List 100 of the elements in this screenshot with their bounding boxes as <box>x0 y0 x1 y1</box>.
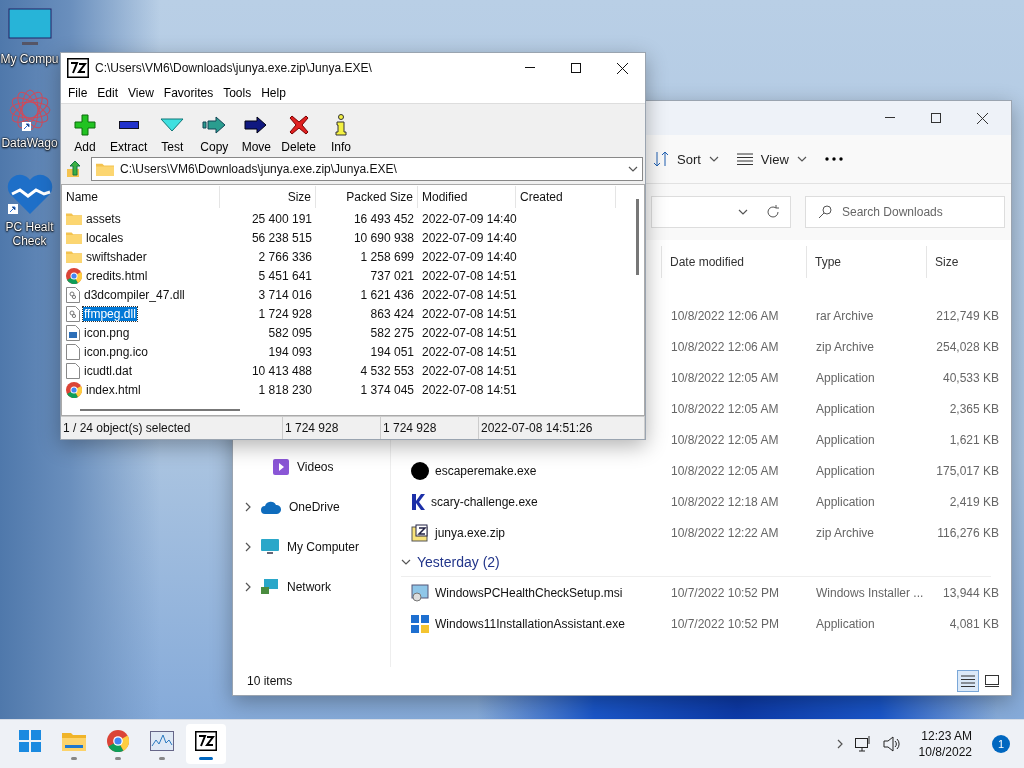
tiles-icon <box>985 675 999 687</box>
list-icon <box>736 153 753 165</box>
column-header[interactable]: Name <box>62 186 220 208</box>
toolbar-button[interactable]: Add <box>64 113 106 154</box>
menu-item[interactable]: File <box>63 84 93 102</box>
image-file-icon <box>66 324 80 341</box>
x-icon <box>288 115 309 135</box>
address-bar[interactable]: C:\Users\VM6\Downloads\junya.exe.zip\Junya.EXE\ <box>91 157 643 181</box>
file-row[interactable]: swiftshader 2 766 336 1 258 699 2022-07-09 14:40 <box>62 247 630 266</box>
chevron-down-icon <box>708 154 719 164</box>
type-cell-text: zip Archive <box>815 339 876 354</box>
group-header[interactable]: Yesterday (2) <box>401 548 991 577</box>
file-icon <box>66 362 80 379</box>
chrome-icon <box>66 267 82 284</box>
type-cell-text: Application <box>815 494 876 509</box>
size-cell-text: 4,081 KB <box>948 616 1000 631</box>
column-header[interactable]: Packed Size <box>316 186 418 208</box>
taskbar-button[interactable] <box>186 724 226 764</box>
file-row[interactable]: icon.png.ico 194 093 194 051 2022-07-08 14:51 <box>62 342 630 361</box>
sidebar-item[interactable]: Network <box>233 567 390 607</box>
type-cell-text: Application <box>815 432 876 447</box>
column-header[interactable]: Created <box>516 186 616 208</box>
cloud-icon <box>261 500 281 514</box>
sidebar-item[interactable]: OneDrive <box>233 487 390 527</box>
file-name[interactable]: junya.exe.zip <box>435 525 506 540</box>
sidebar-item[interactable]: My Computer <box>233 527 390 567</box>
status-text: 1 / 24 object(s) selected <box>61 417 283 439</box>
column-header[interactable]: Size <box>926 246 1001 278</box>
close-icon <box>616 62 628 74</box>
circle-icon <box>411 461 429 480</box>
heart-icon <box>5 172 54 216</box>
status-text: 10 items <box>247 674 293 688</box>
toolbar-button[interactable]: Extract <box>106 113 152 154</box>
toolbar-button[interactable]: Test <box>151 113 194 154</box>
column-header[interactable]: Date modified <box>661 246 806 278</box>
notification-badge[interactable]: 1 <box>992 735 1010 753</box>
menu-item[interactable]: Favorites <box>158 84 219 102</box>
chevron-right-icon <box>243 582 253 592</box>
status-text: 2022-07-08 14:51:26 <box>479 417 645 439</box>
speaker-icon <box>882 736 901 752</box>
details-view-button[interactable] <box>957 670 979 692</box>
video-folder-icon <box>273 459 289 475</box>
status-text: 1 724 928 <box>283 417 381 439</box>
toolbar-button[interactable]: Sort <box>647 147 725 171</box>
size-cell-text: 1,621 KB <box>948 432 1000 447</box>
menu-item[interactable]: View <box>123 84 159 102</box>
file-name[interactable]: Windows11InstallationAssistant.exe <box>435 616 625 631</box>
toolbar-button[interactable]: Delete <box>277 113 321 154</box>
sidebar-item[interactable]: Videos <box>233 447 390 487</box>
toolbar-button[interactable]: Info <box>320 113 363 154</box>
ellipsis-icon <box>824 157 843 161</box>
file-row[interactable]: index.html 1 818 230 1 374 045 2022-07-08 14:51 <box>62 380 630 399</box>
search-field[interactable]: Search Downloads <box>805 196 1005 228</box>
size-cell-text: 254,028 KB <box>935 339 1000 354</box>
up-arrow-icon <box>67 161 83 177</box>
file-row[interactable]: ffmpeg.dll 1 724 928 863 424 2022-07-08 14:51 <box>62 304 630 323</box>
minus-icon <box>118 121 139 129</box>
windows-logo-icon <box>19 729 41 752</box>
column-header[interactable]: Modified <box>418 186 516 208</box>
folder-icon <box>96 161 114 177</box>
chevron-down-icon <box>401 557 411 567</box>
installer-icon <box>411 583 429 602</box>
menu-item[interactable]: Edit <box>92 84 124 102</box>
menu-item[interactable]: Help <box>256 84 291 102</box>
size-cell-text: 13,944 KB <box>941 585 1000 600</box>
file-row[interactable]: locales 56 238 515 10 690 938 2022-07-09 14:40 <box>62 228 630 247</box>
file-name[interactable]: WindowsPCHealthCheckSetup.msi <box>435 585 623 600</box>
file-row[interactable]: icon.png 582 095 582 275 2022-07-08 14:51 <box>62 323 630 342</box>
checkmark-icon <box>160 118 185 132</box>
letter-k-icon <box>411 492 425 511</box>
type-cell-text: Application <box>815 370 876 385</box>
column-header[interactable]: Size <box>220 186 316 208</box>
close-icon <box>976 112 988 124</box>
type-cell-text: Application <box>815 616 876 631</box>
desktop-icon[interactable]: PC Healt Check <box>0 172 59 248</box>
window-title: C:\Users\VM6\Downloads\junya.exe.zip\Junya.EXE\ <box>95 61 373 75</box>
toolbar-button[interactable]: View <box>730 147 813 171</box>
desktop-icon[interactable]: My Compu <box>0 8 59 66</box>
toolbar-button[interactable]: Copy <box>193 113 236 154</box>
list-icon <box>961 675 975 687</box>
date-cell-text: 10/8/2022 12:05 AM <box>670 463 780 478</box>
zip-archive-icon <box>411 523 429 542</box>
date-cell-text: 10/7/2022 10:52 PM <box>670 616 781 631</box>
network-icon <box>261 579 279 595</box>
file-name[interactable]: escaperemake.exe <box>435 463 537 478</box>
desktop-icon[interactable]: DataWago <box>0 88 59 150</box>
file-row[interactable]: d3dcompiler_47.dll 3 714 016 1 621 436 2022-07-08 14:51 <box>62 285 630 304</box>
size-cell-text: 2,365 KB <box>948 401 1000 416</box>
sevenzip-logo-icon <box>67 58 89 78</box>
date-cell-text: 10/8/2022 12:06 AM <box>670 339 780 354</box>
file-row[interactable]: assets 25 400 191 16 493 452 2022-07-09 14:40 <box>62 209 630 228</box>
menu-item[interactable]: Tools <box>218 84 257 102</box>
clock[interactable]: 12:23 AM 10/8/2022 <box>918 728 972 760</box>
column-header[interactable]: Type <box>806 246 926 278</box>
file-name[interactable]: scary-challenge.exe <box>431 494 538 509</box>
file-row[interactable]: credits.html 5 451 641 737 021 2022-07-08 14:51 <box>62 266 630 285</box>
folder-icon <box>66 231 82 244</box>
scrollbar[interactable] <box>80 409 240 411</box>
file-row[interactable]: icudtl.dat 10 413 488 4 532 553 2022-07-08 14:51 <box>62 361 630 380</box>
toolbar-button[interactable]: Move <box>235 113 278 154</box>
